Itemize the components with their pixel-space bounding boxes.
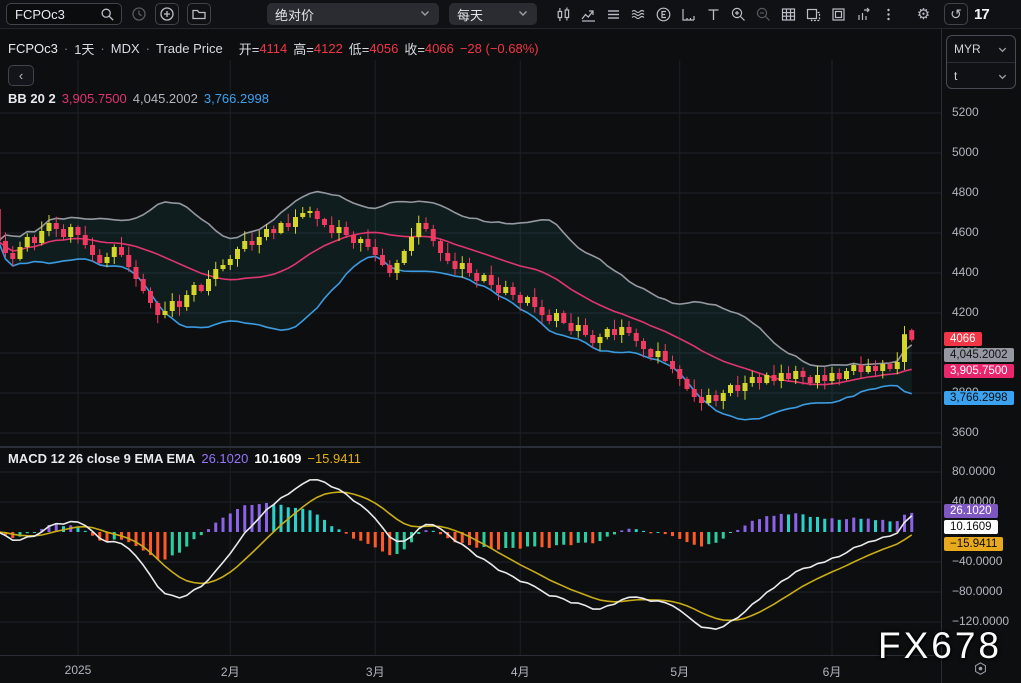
interval-label: 每天 [457, 5, 483, 24]
folder-icon[interactable] [187, 3, 211, 25]
measure-icon[interactable] [676, 3, 701, 26]
low-label: 低= [349, 39, 370, 58]
time-axis[interactable]: 2025 2月 3月 4月 5月 6月 [0, 655, 941, 683]
symbol-search-input[interactable]: FCPOc3 [6, 3, 122, 25]
chevron-down-icon [419, 7, 431, 22]
close-value: 4066 [425, 41, 454, 56]
search-icon [99, 3, 115, 26]
price-axis-tick: 4600 [952, 225, 979, 239]
indicators-icon[interactable] [576, 3, 601, 26]
trading-app: FCPOc3 绝对价 每天 [0, 0, 1021, 683]
grid-view-icon[interactable] [776, 3, 801, 26]
price-axis-tick: 4400 [952, 265, 979, 279]
change-value: −28 (−0.68%) [460, 41, 539, 56]
bb-basis-value: 3,905.7500 [62, 91, 127, 106]
legend-sep: · [64, 41, 68, 56]
legend-series-type: Trade Price [156, 41, 223, 56]
watermark: FX678 [878, 625, 1002, 667]
toolbar-icon-row: ⚙ ↺ 17 [551, 3, 989, 26]
price-axis-tick: 3600 [952, 425, 979, 439]
legend-collapse-button[interactable]: ‹ [8, 65, 34, 86]
zoom-out-icon [751, 3, 776, 26]
bb-upper-tag: 4,045.2002 [944, 348, 1014, 362]
events-icon[interactable] [651, 3, 676, 26]
chevron-down-icon [997, 44, 1008, 55]
unit-label: t [954, 69, 957, 83]
macd-line-tag: 10.1609 [944, 520, 998, 534]
tradingview-logo[interactable]: 17 [974, 6, 989, 23]
macd-line-value: 10.1609 [254, 451, 301, 466]
interval-dropdown[interactable]: 每天 [449, 3, 537, 25]
high-value: 4122 [314, 41, 343, 56]
time-axis-tick: 2025 [65, 663, 92, 677]
price-chart-canvas[interactable] [0, 60, 941, 446]
undo-icon[interactable]: ↺ [944, 3, 968, 25]
bb-lower-tag: 3,766.2998 [944, 391, 1014, 405]
currency-unit-box: MYR t [946, 35, 1016, 89]
chevron-down-icon [517, 7, 529, 22]
main-legend[interactable]: FCPOc3 · 1天 · MDX · Trade Price 开=4114 高… [8, 39, 539, 58]
price-mode-label: 绝对价 [275, 5, 314, 24]
text-tool-icon[interactable] [701, 3, 726, 26]
time-axis-tick: 3月 [366, 663, 385, 680]
bb-lower-value: 3,766.2998 [204, 91, 269, 106]
settings-gear-icon[interactable]: ⚙ [911, 3, 936, 26]
price-mode-dropdown[interactable]: 绝对价 [267, 3, 439, 25]
line-tools-icon[interactable] [601, 3, 626, 26]
legend-symbol: FCPOc3 [8, 41, 58, 56]
history-clock-icon[interactable] [126, 3, 151, 26]
low-value: 4056 [369, 41, 398, 56]
macd-signal-value: −15.9411 [307, 451, 361, 466]
price-axis-tick: 5200 [952, 105, 979, 119]
legend-exchange: MDX [111, 41, 140, 56]
time-axis-tick: 6月 [823, 663, 842, 680]
macd-chart-canvas[interactable] [0, 448, 941, 655]
macd-hist-tag: 26.1020 [944, 504, 998, 518]
legend-sep: · [100, 41, 104, 56]
legend-interval: 1天 [74, 39, 94, 58]
top-toolbar: FCPOc3 绝对价 每天 [0, 0, 1021, 29]
price-axis-tick: 5000 [952, 145, 979, 159]
bb-title: BB 20 2 [8, 91, 56, 106]
chart-area: FCPOc3 · 1天 · MDX · Trade Price 开=4114 高… [0, 29, 1021, 683]
last-price-tag: 4066 [944, 332, 982, 346]
compare-waves-icon[interactable] [626, 3, 651, 26]
bb-basis-tag: 3,905.7500 [944, 364, 1014, 378]
time-axis-tick: 4月 [511, 663, 530, 680]
chevron-down-icon [997, 71, 1008, 82]
price-axis-tick: 4800 [952, 185, 979, 199]
macd-hist-value: 26.1020 [201, 451, 248, 466]
currency-dropdown[interactable]: MYR [947, 36, 1015, 63]
bb-upper-value: 4,045.2002 [133, 91, 198, 106]
macd-legend[interactable]: MACD 12 26 close 9 EMA EMA 26.1020 10.16… [8, 451, 361, 466]
bb-legend[interactable]: BB 20 2 3,905.7500 4,045.2002 3,766.2998 [8, 91, 269, 106]
compare-add-icon[interactable] [155, 3, 179, 25]
price-axis-tick: 4200 [952, 305, 979, 319]
macd-axis-tick: −80.0000 [952, 584, 1002, 598]
zoom-in-icon[interactable] [726, 3, 751, 26]
layout-icon[interactable] [826, 3, 851, 26]
high-label: 高= [293, 39, 314, 58]
open-value: 4114 [259, 41, 287, 56]
legend-sep: · [146, 41, 150, 56]
symbol-text: FCPOc3 [15, 7, 65, 22]
pane-separator[interactable] [0, 446, 941, 448]
open-label: 开= [239, 39, 260, 58]
time-axis-tick: 2月 [221, 663, 240, 680]
currency-label: MYR [954, 42, 981, 56]
macd-title: MACD 12 26 close 9 EMA EMA [8, 451, 195, 466]
time-axis-tick: 5月 [670, 663, 689, 680]
more-options-icon[interactable] [876, 3, 901, 26]
price-axis[interactable]: MYR t 5200500048004600440042004000380036… [941, 29, 1021, 683]
candlestick-style-icon[interactable] [551, 3, 576, 26]
fullscreen-chart-icon[interactable] [851, 3, 876, 26]
snapshot-icon[interactable] [801, 3, 826, 26]
unit-dropdown[interactable]: t [947, 63, 1015, 89]
macd-axis-tick: 80.0000 [952, 464, 995, 478]
macd-axis-tick: −40.0000 [952, 554, 1002, 568]
macd-signal-tag: −15.9411 [944, 537, 1003, 551]
close-label: 收= [404, 39, 425, 58]
